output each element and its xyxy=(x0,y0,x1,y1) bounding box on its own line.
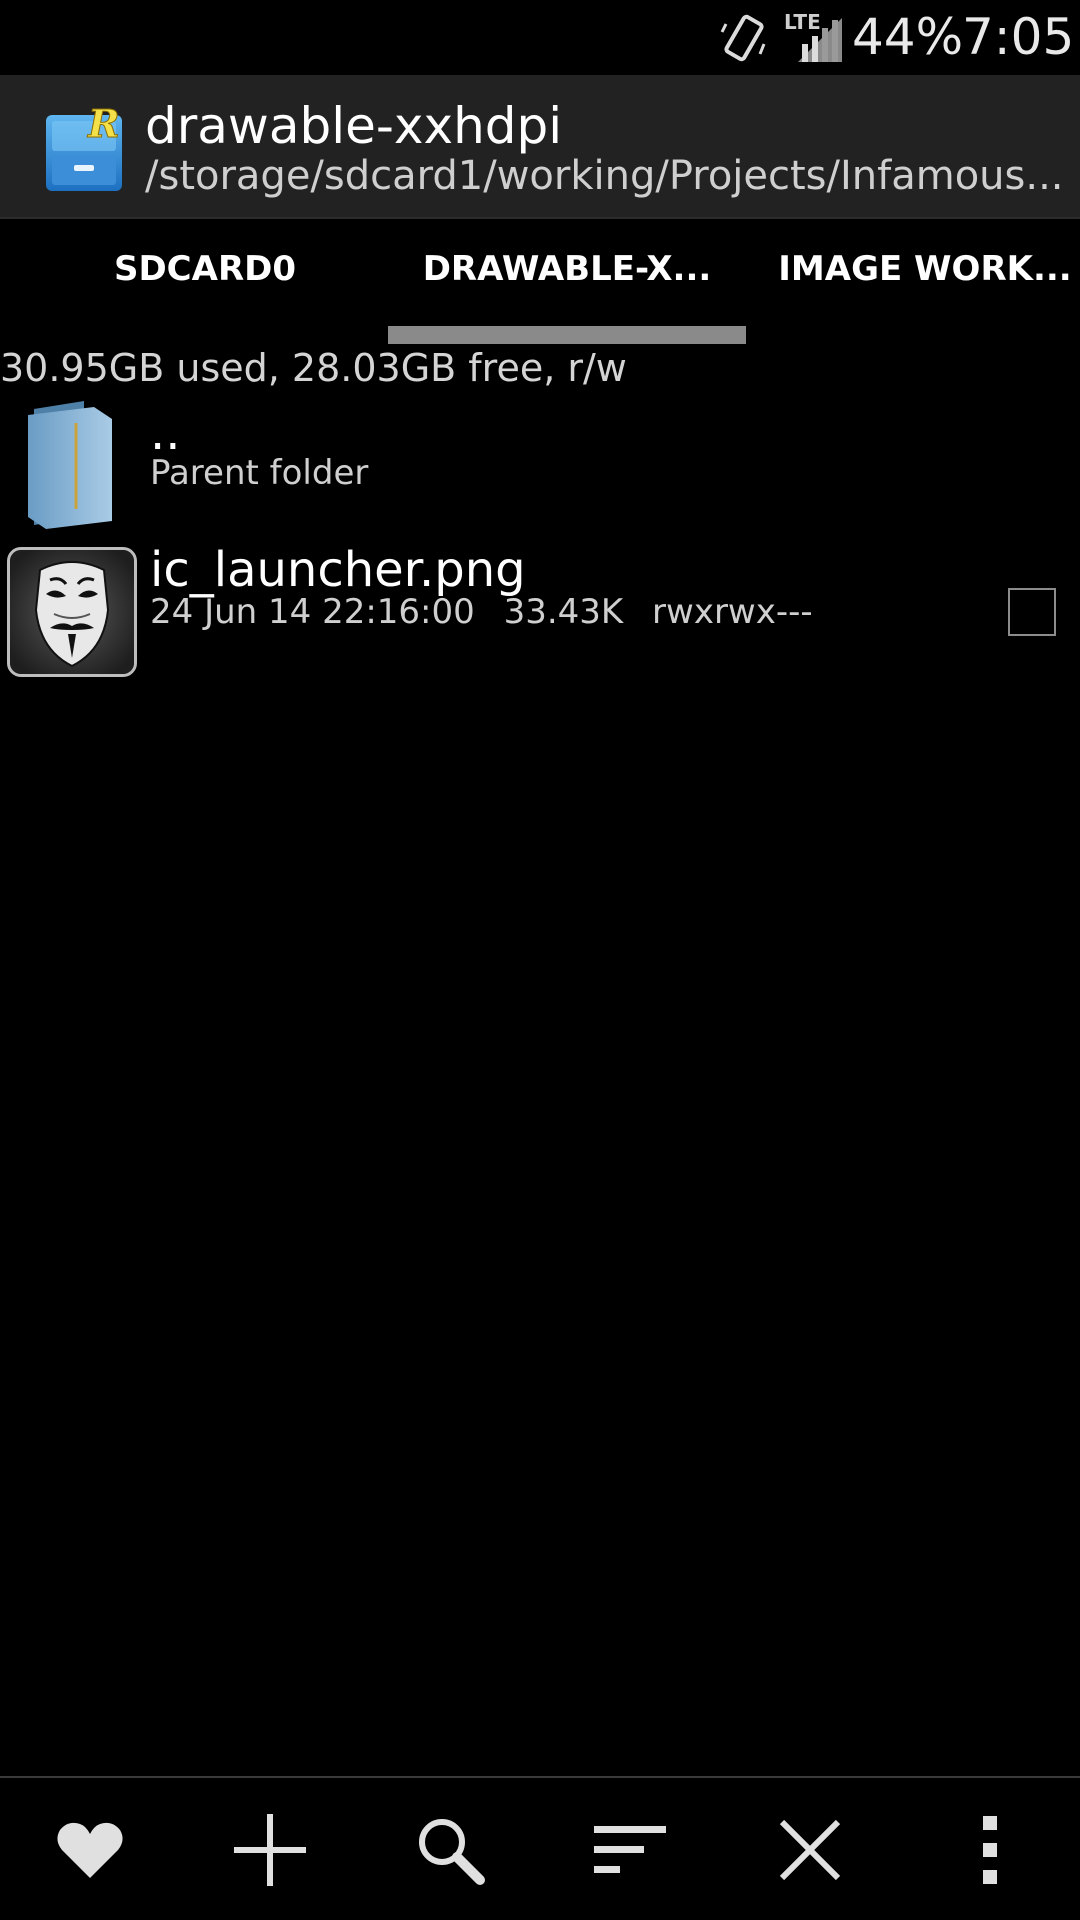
close-icon xyxy=(779,1819,841,1881)
search-icon xyxy=(419,1819,485,1885)
sort-button[interactable] xyxy=(540,1778,720,1920)
mask-icon xyxy=(10,550,134,674)
status-bar: LTE 44% 7:05 xyxy=(0,0,1080,75)
folder-path: /storage/sdcard1/working/Projects/Infamo… xyxy=(145,153,1064,199)
clock: 7:05 xyxy=(962,8,1075,66)
close-button[interactable] xyxy=(720,1778,900,1920)
app-header: R drawable-xxhdpi /storage/sdcard1/worki… xyxy=(0,75,1080,219)
vibrate-icon xyxy=(720,14,766,62)
folder-title: drawable-xxhdpi xyxy=(145,97,563,155)
tab-sdcard0[interactable]: SDCARD0 xyxy=(20,249,390,289)
search-button[interactable] xyxy=(360,1778,540,1920)
file-meta: 24 Jun 14 22:16:00 33.43K rwxrwx--- xyxy=(150,592,831,632)
tab-drawable-xxhdpi[interactable]: DRAWABLE-X... xyxy=(388,249,746,289)
favorites-button[interactable] xyxy=(0,1778,180,1920)
overflow-menu-icon xyxy=(983,1816,997,1884)
tab-image-work[interactable]: IMAGE WORK... xyxy=(740,249,1080,289)
sort-icon xyxy=(594,1826,666,1873)
file-size: 33.43K xyxy=(503,592,624,632)
bottom-action-bar xyxy=(0,1776,1080,1920)
app-logo-icon[interactable]: R xyxy=(44,101,124,193)
heart-icon xyxy=(57,1822,123,1878)
folder-icon xyxy=(28,401,112,529)
svg-text:R: R xyxy=(87,101,120,146)
overflow-menu-button[interactable] xyxy=(900,1778,1080,1920)
file-name: ic_launcher.png xyxy=(150,542,526,598)
battery-level: 44% xyxy=(852,8,964,66)
signal-icon xyxy=(798,18,842,62)
tab-bar: SDCARD0 DRAWABLE-X... IMAGE WORK... xyxy=(0,219,1080,347)
file-row[interactable]: ic_launcher.png 24 Jun 14 22:16:00 33.43… xyxy=(0,542,1080,682)
active-tab-indicator xyxy=(388,326,746,344)
file-select-checkbox[interactable] xyxy=(1008,588,1056,636)
file-thumbnail xyxy=(7,547,137,677)
new-item-button[interactable] xyxy=(180,1778,360,1920)
file-permissions: rwxrwx--- xyxy=(652,592,813,632)
file-date: 24 Jun 14 22:16:00 xyxy=(150,592,475,632)
parent-folder-label: Parent folder xyxy=(150,453,369,493)
plus-icon xyxy=(234,1814,306,1886)
storage-info: 30.95GB used, 28.03GB free, r/w xyxy=(0,346,627,390)
parent-folder-row[interactable]: .. Parent folder xyxy=(0,395,1080,537)
